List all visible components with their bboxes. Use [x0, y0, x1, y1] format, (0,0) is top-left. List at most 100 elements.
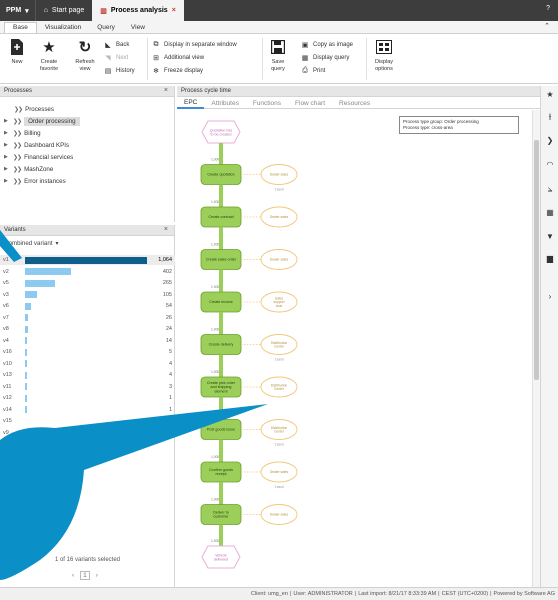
edge-count-label: 1,000: [211, 328, 219, 332]
tree-item-order-processing[interactable]: ▶ ❯❯ Order processing: [4, 116, 80, 126]
process-cycle-time-panel: Process cycle time EPC Attributes Functi…: [177, 86, 540, 587]
next-page-button[interactable]: ›: [96, 572, 98, 579]
chart-axis-icon[interactable]: ⦥: [541, 182, 558, 196]
process-info-box: Process type group: Order processing Pro…: [399, 116, 519, 134]
print-button[interactable]: ⎙ Print: [301, 66, 325, 76]
process-chevron-icon[interactable]: ❯: [541, 134, 558, 148]
expand-triangle-icon[interactable]: ▶: [4, 118, 10, 124]
print-label: Print: [313, 68, 326, 74]
tab-flow-chart[interactable]: Flow chart: [288, 97, 332, 109]
expand-triangle-icon[interactable]: ▶: [4, 130, 10, 136]
gauge-icon[interactable]: ◠: [541, 158, 558, 172]
expand-arrow-icon[interactable]: ›: [541, 290, 558, 304]
close-icon[interactable]: ×: [164, 226, 168, 233]
collapse-ribbon-icon[interactable]: ⌃: [544, 22, 550, 30]
tree-item-mashzone[interactable]: ▶ ❯❯ MashZone: [4, 164, 53, 174]
close-icon[interactable]: ×: [172, 7, 176, 14]
page-number[interactable]: 1: [80, 571, 90, 580]
ribbon-tab-view[interactable]: View: [123, 23, 153, 33]
variant-row[interactable]: v1 1,064: [0, 255, 175, 265]
ribbon-tab-query[interactable]: Query: [89, 23, 123, 33]
edge-count-label: 1,000: [211, 285, 219, 289]
variant-row[interactable]: v15: [0, 416, 175, 426]
display-separate-window-button[interactable]: ⧉ Display in separate window: [152, 40, 237, 50]
tree-item-billing[interactable]: ▶ ❯❯ Billing: [4, 128, 41, 138]
kpi-icon[interactable]: ⫲: [541, 110, 558, 124]
vertical-scrollbar[interactable]: [532, 110, 540, 587]
function-label: Deliver to customer: [213, 511, 229, 519]
variant-type-dropdown[interactable]: Combined variant ▾: [4, 240, 59, 247]
epc-canvas[interactable]: Process type group: Order processing Pro…: [177, 110, 532, 587]
scrollbar-thumb[interactable]: [534, 140, 539, 380]
variant-row[interactable]: v3 105: [0, 290, 175, 300]
variant-row[interactable]: v6 54: [0, 301, 175, 311]
org-relation-label: 1'sand: [274, 485, 284, 489]
expand-triangle-icon[interactable]: ▶: [4, 178, 10, 184]
new-button[interactable]: New: [6, 38, 28, 66]
tree-item-dashboard-kpis[interactable]: ▶ ❯❯ Dashboard KPIs: [4, 140, 69, 150]
ribbon-tab-base[interactable]: Base: [4, 22, 37, 33]
tree-item-processes[interactable]: ❯❯ Processes: [14, 104, 54, 114]
org-unit-label: Dealer sales: [270, 470, 289, 474]
variant-frequency-bar: [25, 268, 72, 275]
next-arrow-icon: ◥: [105, 55, 111, 62]
history-button[interactable]: ▤ History: [104, 66, 135, 76]
expand-triangle-icon[interactable]: ▶: [4, 142, 10, 148]
variant-row[interactable]: v10 4: [0, 359, 175, 369]
variant-row[interactable]: v7 26: [0, 313, 175, 323]
close-icon[interactable]: ×: [164, 87, 168, 94]
variant-row[interactable]: v8 24: [0, 324, 175, 334]
freeze-display-button[interactable]: ❄ Freeze display: [152, 66, 203, 76]
filter-icon[interactable]: ▼: [541, 230, 558, 244]
save-query-button[interactable]: Save query: [266, 38, 290, 73]
tab-functions[interactable]: Functions: [246, 97, 288, 109]
process-chevron-icon: ❯❯: [13, 118, 22, 125]
display-query-button[interactable]: ▦ Display query: [301, 53, 350, 63]
variant-row[interactable]: v11 3: [0, 382, 175, 392]
back-arrow-icon: ◣: [105, 42, 111, 49]
variant-row[interactable]: v16 5: [0, 347, 175, 357]
variant-row[interactable]: v12 1: [0, 393, 175, 403]
tree-item-financial-services[interactable]: ▶ ❯❯ Financial services: [4, 152, 73, 162]
layers-icon[interactable]: ▦: [541, 206, 558, 220]
variant-row[interactable]: v13 4: [0, 370, 175, 380]
variant-row[interactable]: v9: [0, 428, 175, 438]
copy-as-image-button[interactable]: ▣ Copy as image: [301, 40, 353, 50]
variant-row[interactable]: v4 14: [0, 336, 175, 346]
variant-row[interactable]: v5 265: [0, 278, 175, 288]
back-button[interactable]: ◣ Back: [104, 40, 129, 50]
save-query-label: Save query: [271, 59, 285, 72]
document-icon[interactable]: ▆: [541, 252, 558, 266]
tab-attributes[interactable]: Attributes: [204, 97, 245, 109]
variant-row[interactable]: v2 402: [0, 267, 175, 277]
refresh-view-label: Refresh view: [75, 59, 95, 72]
refresh-view-button[interactable]: ↻ Refresh view: [70, 38, 100, 73]
tab-process-analysis[interactable]: ▥ Process analysis ×: [92, 0, 184, 21]
display-separate-label: Display in separate window: [164, 42, 237, 48]
ribbon-tab-visualization[interactable]: Visualization: [37, 23, 89, 33]
expand-triangle-icon[interactable]: ▶: [4, 166, 10, 172]
create-favorite-button[interactable]: ★ Create favorite: [34, 38, 64, 73]
tab-epc[interactable]: EPC: [177, 97, 205, 109]
prev-page-button[interactable]: ‹: [72, 572, 74, 579]
edge-count-label: 1,000: [211, 413, 219, 417]
variant-name: v9: [3, 429, 9, 436]
variant-row[interactable]: v14 1: [0, 405, 175, 415]
tree-item-error-instances[interactable]: ▶ ❯❯ Error instances: [4, 176, 66, 186]
next-button[interactable]: ◥ Next: [104, 53, 128, 63]
process-chevron-icon: ❯❯: [13, 142, 22, 149]
tab-start-page[interactable]: ⌂ Start page: [36, 0, 93, 21]
display-options-button[interactable]: Display options: [370, 38, 398, 73]
additional-view-label: Additional view: [164, 55, 205, 61]
favorites-star-icon[interactable]: ★: [541, 88, 558, 102]
expand-triangle-icon[interactable]: ▶: [4, 154, 10, 160]
tab-resources[interactable]: Resources: [332, 97, 377, 109]
app-label: PPM: [6, 7, 22, 14]
additional-view-button[interactable]: ⊞ Additional view: [152, 53, 204, 63]
help-button[interactable]: ?: [546, 5, 550, 12]
app-menu-button[interactable]: PPM ▾: [0, 0, 36, 21]
variant-frequency-bar: [25, 291, 38, 298]
history-label: History: [116, 68, 135, 74]
org-relation-label: 1'sand: [274, 188, 284, 192]
tab-process-analysis-label: Process analysis: [110, 7, 168, 14]
